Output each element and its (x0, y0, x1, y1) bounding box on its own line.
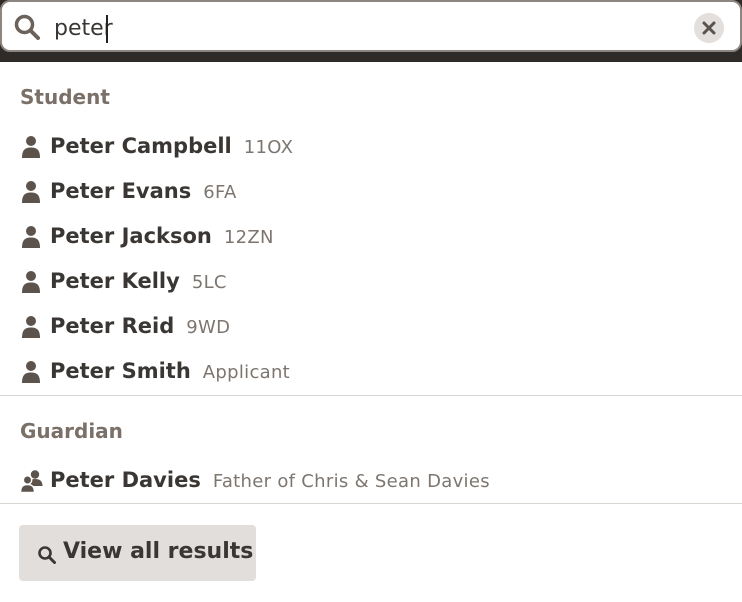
search-input[interactable] (54, 10, 674, 46)
user-icon (22, 361, 40, 383)
result-row[interactable]: Peter Reid 9WD (0, 307, 742, 347)
result-meta: 12ZN (223, 227, 274, 248)
user-icon (22, 136, 40, 158)
result-name: Peter Smith Applicant (50, 359, 291, 383)
result-row[interactable]: Peter Kelly 5LC (0, 262, 742, 302)
result-name: Peter Jackson 12ZN (50, 224, 274, 248)
user-icon (22, 271, 40, 293)
section-header-student: Student (20, 85, 110, 109)
section-divider (0, 395, 742, 396)
close-icon (702, 21, 716, 35)
result-row[interactable]: Peter Davies Father of Chris & Sean Davie… (0, 461, 742, 501)
search-results-dropdown: Student Peter Campbell 11OX Peter Evans 6F… (0, 62, 742, 602)
result-meta: 6FA (203, 182, 237, 203)
result-meta: 5LC (191, 272, 227, 293)
result-name: Peter Campbell 11OX (50, 134, 294, 158)
users-icon (20, 470, 43, 493)
clear-search-button[interactable] (694, 13, 724, 43)
view-all-results-button[interactable]: View all results (19, 525, 256, 581)
result-row[interactable]: Peter Campbell 11OX (0, 127, 742, 167)
result-row[interactable]: Peter Evans 6FA (0, 172, 742, 212)
result-row[interactable]: Peter Smith Applicant (0, 352, 742, 392)
search-box[interactable] (0, 0, 742, 52)
user-icon (22, 226, 40, 248)
result-meta: 9WD (186, 317, 231, 338)
search-bar (0, 0, 742, 62)
footer-divider (0, 503, 742, 504)
result-meta: 11OX (243, 137, 294, 158)
result-name: Peter Evans 6FA (50, 179, 237, 203)
user-icon (22, 316, 40, 338)
section-header-guardian: Guardian (20, 419, 123, 443)
result-name: Peter Kelly 5LC (50, 269, 227, 293)
search-icon (38, 546, 56, 564)
search-icon (14, 14, 40, 40)
result-name: Peter Reid 9WD (50, 314, 231, 338)
text-caret (106, 15, 108, 43)
result-meta: Father of Chris & Sean Davies (212, 471, 490, 492)
result-meta: Applicant (202, 362, 291, 383)
result-name: Peter Davies Father of Chris & Sean Davie… (50, 468, 490, 492)
result-row[interactable]: Peter Jackson 12ZN (0, 217, 742, 257)
view-all-label: View all results (63, 539, 254, 564)
user-icon (22, 181, 40, 203)
